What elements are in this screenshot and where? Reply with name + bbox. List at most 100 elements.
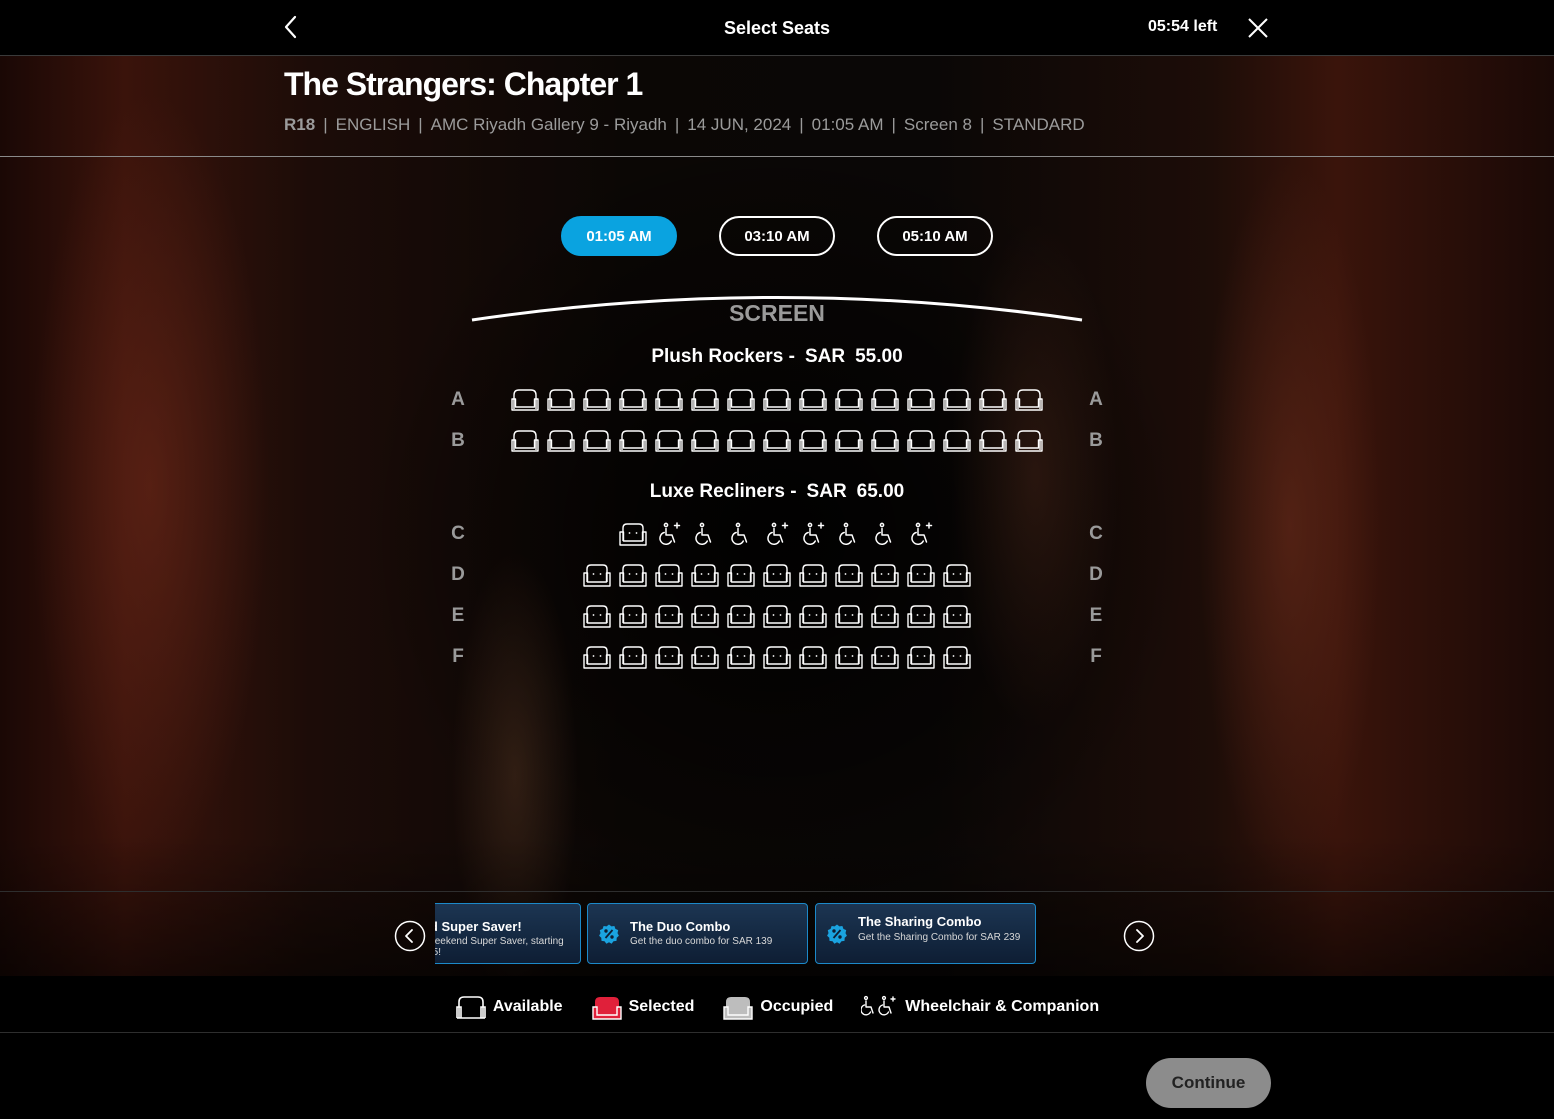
wheelchair-seat[interactable] xyxy=(870,519,900,549)
seat[interactable] xyxy=(834,601,864,631)
seat[interactable] xyxy=(582,642,612,672)
companion-seat[interactable] xyxy=(654,519,684,549)
seat[interactable] xyxy=(978,385,1008,415)
seat[interactable] xyxy=(618,385,648,415)
seat[interactable] xyxy=(690,560,720,590)
wheelchair-icon xyxy=(839,522,856,545)
wheelchair-icon xyxy=(861,995,896,1015)
seat[interactable] xyxy=(582,426,612,456)
seat[interactable] xyxy=(942,560,972,590)
seat[interactable] xyxy=(654,385,684,415)
companion-seat[interactable] xyxy=(762,519,792,549)
seat[interactable] xyxy=(834,560,864,590)
seat[interactable] xyxy=(690,642,720,672)
seat[interactable] xyxy=(870,426,900,456)
seat[interactable] xyxy=(690,601,720,631)
seat[interactable] xyxy=(762,560,792,590)
seat[interactable] xyxy=(690,426,720,456)
showtime-button[interactable]: 05:10 AM xyxy=(877,216,993,256)
seat[interactable] xyxy=(906,560,936,590)
seat[interactable] xyxy=(942,426,972,456)
seat[interactable] xyxy=(978,426,1008,456)
seat[interactable] xyxy=(654,426,684,456)
seat[interactable] xyxy=(546,385,576,415)
seat[interactable] xyxy=(726,642,756,672)
seat[interactable] xyxy=(726,560,756,590)
seat-icon xyxy=(727,605,755,628)
offer-card[interactable]: The Duo Combo Get the duo combo for SAR … xyxy=(587,903,808,964)
seat[interactable] xyxy=(1014,385,1044,415)
seat[interactable] xyxy=(510,426,540,456)
seat[interactable] xyxy=(582,560,612,590)
seat-icon xyxy=(907,564,935,587)
show-time: 01:05 AM xyxy=(811,115,884,134)
seat-icon xyxy=(943,564,971,587)
seat[interactable] xyxy=(546,426,576,456)
carousel-prev-icon[interactable] xyxy=(394,920,426,952)
seat[interactable] xyxy=(906,385,936,415)
seat[interactable] xyxy=(942,385,972,415)
format: STANDARD xyxy=(992,115,1085,134)
seat[interactable] xyxy=(798,385,828,415)
seat[interactable] xyxy=(1014,426,1044,456)
seat[interactable] xyxy=(906,642,936,672)
seat[interactable] xyxy=(690,385,720,415)
seat[interactable] xyxy=(798,601,828,631)
seat-icon xyxy=(763,605,791,628)
seat[interactable] xyxy=(618,601,648,631)
separator: | xyxy=(323,115,328,134)
seat[interactable] xyxy=(942,642,972,672)
seat[interactable] xyxy=(510,385,540,415)
seat-icon xyxy=(691,564,719,587)
seat[interactable] xyxy=(762,642,792,672)
seat[interactable] xyxy=(870,560,900,590)
legend-label: Selected xyxy=(628,997,695,1015)
carousel-next-icon[interactable] xyxy=(1123,920,1155,952)
seat[interactable] xyxy=(618,642,648,672)
seat-icon xyxy=(1015,389,1043,411)
seat[interactable] xyxy=(798,426,828,456)
wheelchair-seat[interactable] xyxy=(834,519,864,549)
seat[interactable] xyxy=(618,560,648,590)
seat[interactable] xyxy=(618,519,648,549)
seat[interactable] xyxy=(582,385,612,415)
seat[interactable] xyxy=(870,642,900,672)
seat[interactable] xyxy=(726,426,756,456)
seat-icon xyxy=(799,389,827,411)
seat[interactable] xyxy=(726,385,756,415)
seat-icon xyxy=(799,564,827,587)
seat[interactable] xyxy=(654,560,684,590)
wheelchair-seat[interactable] xyxy=(690,519,720,549)
seat[interactable] xyxy=(906,601,936,631)
showtime-button[interactable]: 03:10 AM xyxy=(719,216,835,256)
seat[interactable] xyxy=(582,601,612,631)
companion-seat[interactable] xyxy=(798,519,828,549)
seat-icon xyxy=(691,430,719,452)
seat[interactable] xyxy=(762,426,792,456)
seat[interactable] xyxy=(618,426,648,456)
offer-card[interactable]: Weekend Super Saver! Enjoy the Weekend S… xyxy=(435,903,581,964)
seat[interactable] xyxy=(762,385,792,415)
seat-icon xyxy=(943,605,971,628)
companion-seat[interactable] xyxy=(906,519,936,549)
showtime-button[interactable]: 01:05 AM xyxy=(561,216,677,256)
currency: SAR xyxy=(806,481,847,502)
wheelchair-seat[interactable] xyxy=(726,519,756,549)
seat[interactable] xyxy=(798,642,828,672)
seat[interactable] xyxy=(942,601,972,631)
seat[interactable] xyxy=(870,601,900,631)
seat[interactable] xyxy=(654,601,684,631)
close-icon[interactable] xyxy=(1245,15,1271,41)
continue-button[interactable]: Continue xyxy=(1146,1058,1271,1108)
seat-icon xyxy=(655,605,683,628)
seat[interactable] xyxy=(906,426,936,456)
seat[interactable] xyxy=(834,426,864,456)
seat[interactable] xyxy=(870,385,900,415)
seat[interactable] xyxy=(726,601,756,631)
seat[interactable] xyxy=(834,385,864,415)
seat[interactable] xyxy=(834,642,864,672)
seat[interactable] xyxy=(654,642,684,672)
offer-card[interactable]: The Sharing Combo Get the Sharing Combo … xyxy=(815,903,1036,964)
seat[interactable] xyxy=(798,560,828,590)
seat[interactable] xyxy=(762,601,792,631)
